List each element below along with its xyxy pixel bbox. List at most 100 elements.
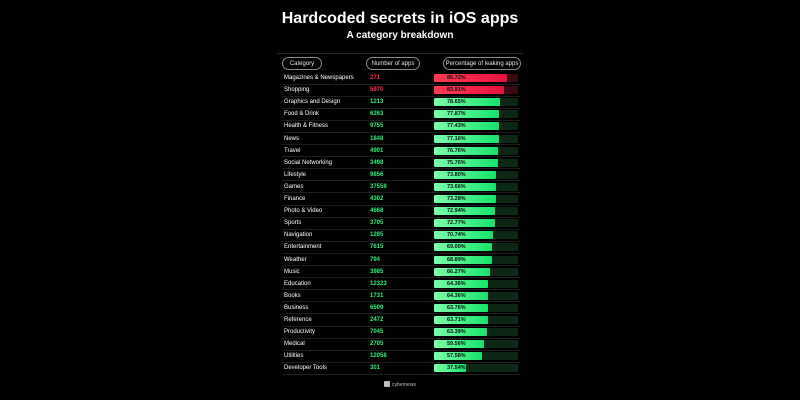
percentage-label: 63.76% xyxy=(447,304,466,311)
row-divider xyxy=(282,337,520,339)
row-divider xyxy=(282,228,520,230)
percentage-label: 72.94% xyxy=(447,208,466,215)
category-label: Navigation xyxy=(284,232,313,239)
percentage-bar xyxy=(434,74,507,82)
row-divider xyxy=(282,289,520,291)
bar-track: 73.66% xyxy=(434,182,518,191)
brand-footer: cybernews xyxy=(0,381,800,388)
category-label: Books xyxy=(284,292,301,299)
row-divider xyxy=(282,277,520,279)
app-count: 12323 xyxy=(370,280,387,287)
app-count: 4901 xyxy=(370,147,384,154)
app-count: 12058 xyxy=(370,353,387,360)
row-divider xyxy=(282,313,520,315)
row-divider xyxy=(282,192,520,194)
bar-track: 37.54% xyxy=(434,364,518,373)
bar-track: 57.58% xyxy=(434,352,518,361)
percentage-label: 83.91% xyxy=(447,87,466,94)
app-count: 9856 xyxy=(370,171,384,178)
percentage-label: 63.71% xyxy=(447,317,466,323)
percentage-label: 77.87% xyxy=(447,111,466,118)
percentage-label: 57.58% xyxy=(447,353,466,360)
category-label: Social Networking xyxy=(284,159,333,166)
app-count: 6509 xyxy=(370,304,384,311)
bar-track: 77.43% xyxy=(434,122,518,131)
app-count: 301 xyxy=(370,365,381,372)
row-divider xyxy=(282,349,520,351)
category-label: Medical xyxy=(284,341,305,348)
app-count: 7615 xyxy=(370,244,384,251)
percentage-label: 73.80% xyxy=(447,171,466,178)
category-label: Finance xyxy=(284,196,306,202)
percentage-label: 66.27% xyxy=(447,268,466,275)
bar-track: 70.74% xyxy=(434,231,518,240)
header-category: Category xyxy=(282,57,322,70)
percentage-label: 77.43% xyxy=(447,123,466,130)
category-label: Food & Drink xyxy=(284,111,320,118)
bar-track: 59.56% xyxy=(434,340,518,349)
category-label: Graphics and Design xyxy=(284,99,341,106)
bar-track: 72.94% xyxy=(434,207,518,216)
bar-track: 72.77% xyxy=(434,219,518,228)
percentage-bar xyxy=(434,134,499,143)
row-divider xyxy=(282,144,520,145)
percentage-bar xyxy=(434,86,505,95)
category-label: Photo & Video xyxy=(284,208,323,215)
bar-track: 64.36% xyxy=(434,279,518,288)
percentage-label: 72.77% xyxy=(447,220,466,227)
category-label: Travel xyxy=(284,147,301,154)
bar-track: 86.72% xyxy=(434,74,518,82)
category-label: Weather xyxy=(284,256,307,263)
row-divider xyxy=(282,265,520,266)
bar-track: 63.39% xyxy=(434,328,518,337)
app-count: 37558 xyxy=(370,183,387,190)
percentage-label: 68.89% xyxy=(447,256,466,263)
app-count: 6263 xyxy=(370,111,384,118)
bar-track: 78.65% xyxy=(434,98,518,107)
category-label: Lifestyle xyxy=(284,171,307,178)
category-label: Shopping xyxy=(284,87,310,94)
app-count: 2472 xyxy=(370,317,384,323)
row-divider xyxy=(282,325,520,327)
category-label: Sports xyxy=(284,220,302,227)
percentage-label: 59.56% xyxy=(447,341,466,348)
chart-title: Hardcoded secrets in iOS apps xyxy=(281,10,519,27)
percentage-bar xyxy=(434,146,499,155)
header-percentage: Percentage of leaking apps xyxy=(443,57,521,70)
category-label: Productivity xyxy=(284,329,316,336)
chart-subtitle: A category breakdown xyxy=(346,30,454,41)
bar-track: 64.36% xyxy=(434,291,518,300)
category-label: Entertainment xyxy=(284,244,322,251)
percentage-label: 75.76% xyxy=(447,159,466,166)
category-label: Education xyxy=(284,280,311,287)
percentage-label: 64.36% xyxy=(447,280,466,287)
category-label: Health & Fitness xyxy=(284,123,329,130)
row-divider xyxy=(282,373,520,375)
app-count: 794 xyxy=(370,256,381,263)
bar-track: 75.76% xyxy=(434,158,518,167)
bar-track: 63.71% xyxy=(434,316,518,324)
percentage-label: 69.00% xyxy=(447,244,466,251)
row-divider xyxy=(282,216,520,218)
app-count: 1848 xyxy=(370,135,384,142)
row-divider xyxy=(282,131,520,133)
row-divider xyxy=(282,168,520,170)
bar-track: 77.16% xyxy=(434,134,518,143)
bar-track: 66.27% xyxy=(434,267,518,276)
brand-name: cybernews xyxy=(392,382,416,388)
percentage-label: 76.76% xyxy=(447,147,466,154)
bar-track: 83.91% xyxy=(434,86,518,95)
percentage-label: 78.65% xyxy=(447,99,466,106)
percentage-bar xyxy=(434,122,500,131)
row-divider xyxy=(282,83,520,85)
category-label: Music xyxy=(284,268,300,275)
percentage-label: 37.54% xyxy=(447,365,466,372)
percentage-label: 64.36% xyxy=(447,292,466,299)
bar-track: 73.28% xyxy=(434,195,518,203)
app-count: 1731 xyxy=(370,292,384,299)
app-count: 9755 xyxy=(370,123,384,130)
percentage-label: 73.28% xyxy=(447,196,466,202)
percentage-label: 77.16% xyxy=(447,135,466,142)
app-count: 3498 xyxy=(370,159,384,166)
app-count: 271 xyxy=(370,75,381,81)
